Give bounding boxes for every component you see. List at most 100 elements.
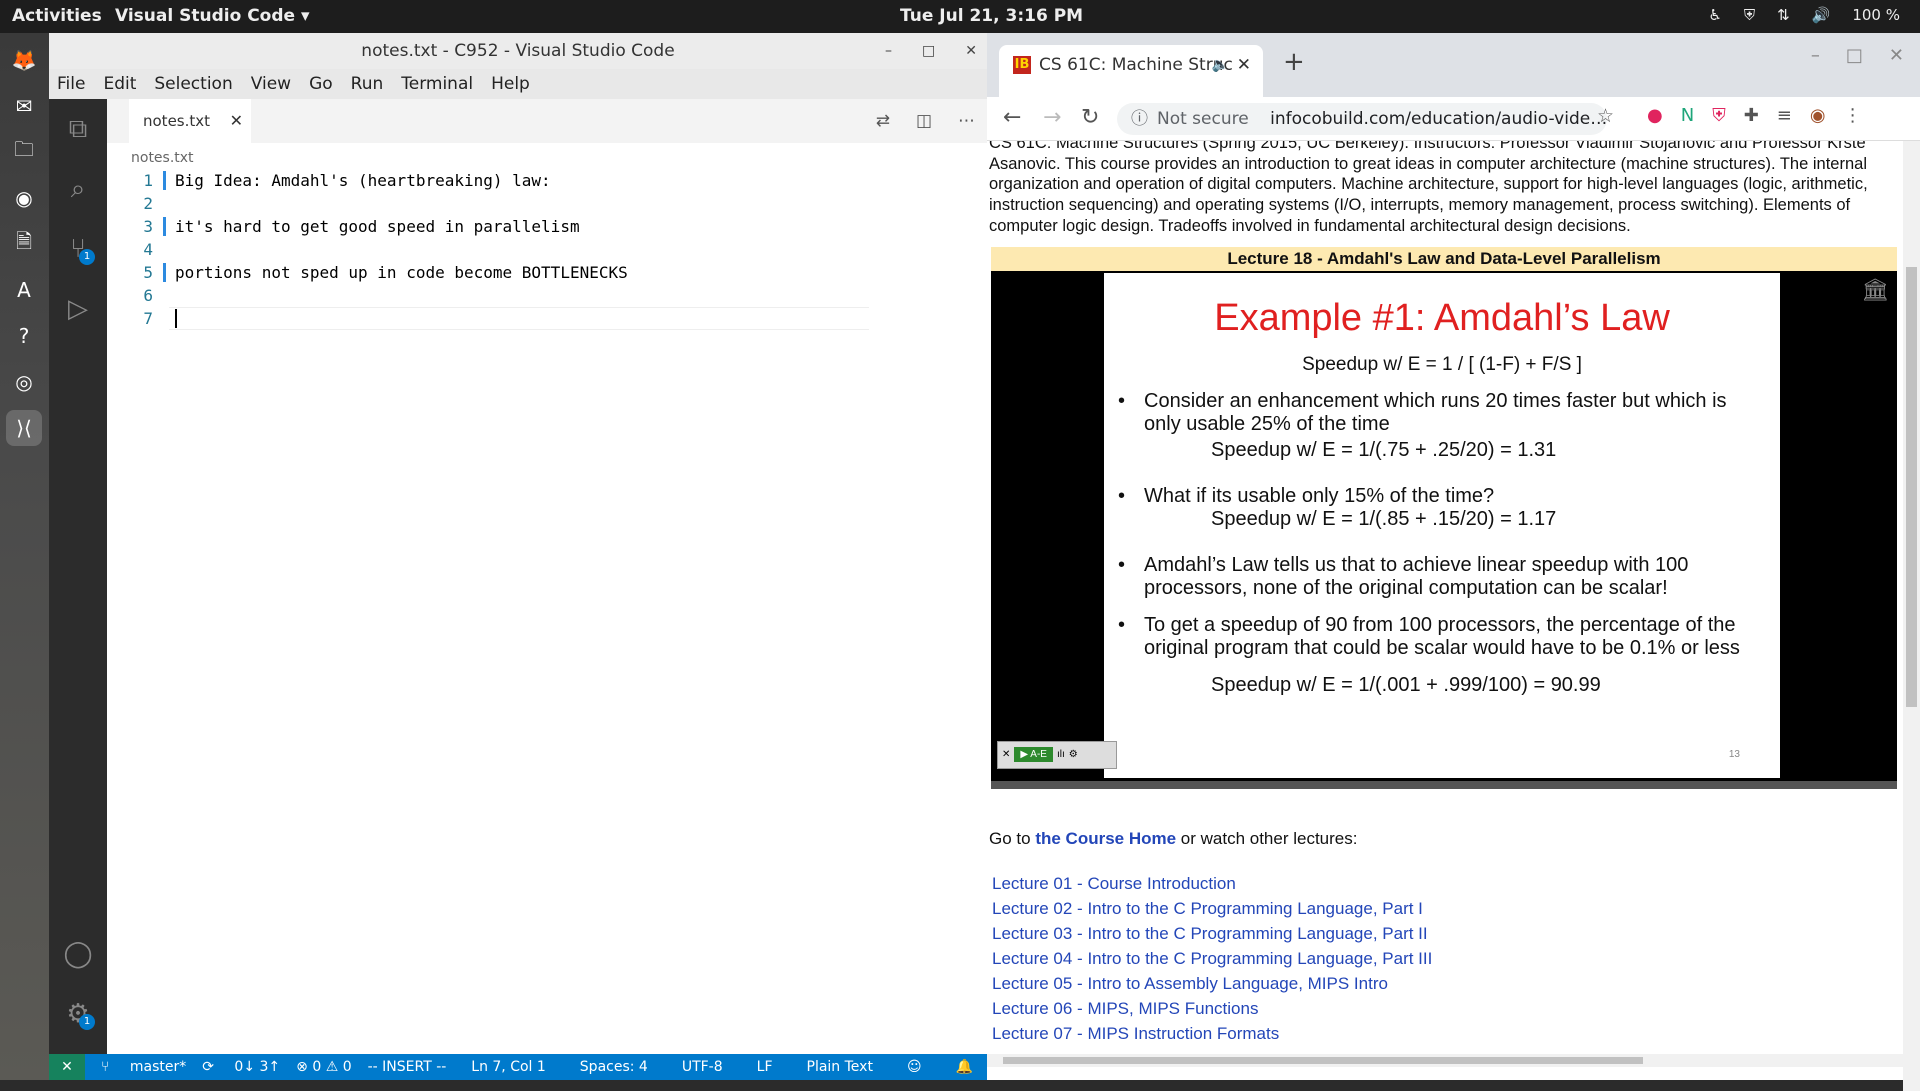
extension-t-icon[interactable]: ● [1647,105,1663,126]
lecture-link[interactable]: Lecture 05 - Intro to Assembly Language,… [992,971,1903,996]
browser-tab-title: CS 61C: Machine Struc [1039,55,1233,75]
play-button[interactable]: ▶ A-E [1014,747,1053,763]
status-bar: ✕ ⑂ master* ⟳ 0↓ 3↑ ⊗ 0 ⚠ 0 -- INSERT --… [49,1054,987,1080]
lecture-link[interactable]: Lecture 02 - Intro to the C Programming … [992,896,1903,921]
feedback-icon[interactable]: ☺ [907,1059,922,1075]
menu-view[interactable]: View [251,74,291,94]
menu-edit[interactable]: Edit [103,74,136,94]
code-line-current: 7 [107,307,987,330]
lecture-link[interactable]: Lecture 07 - MIPS Instruction Formats [992,1021,1903,1046]
firefox-icon[interactable]: 🦊 [6,42,42,78]
writer-icon[interactable]: 🗎 [6,226,42,262]
files-icon[interactable]: 🗀 [6,134,42,170]
reload-icon[interactable]: ↻ [1081,105,1099,130]
problems-status[interactable]: ⊗ 0 ⚠ 0 [296,1059,351,1075]
forward-icon[interactable]: → [1043,105,1061,130]
maximize-icon[interactable]: □ [1846,45,1863,66]
course-description: CS 61C: Machine Structures (Spring 2015,… [989,141,1868,235]
compare-icon[interactable]: ⇄ [876,111,890,131]
close-control-icon[interactable]: ✕ [1002,749,1010,760]
code-editor[interactable]: 1 Big Idea: Amdahl's (heartbreaking) law:… [107,169,987,330]
browser-menu-icon[interactable]: ⋮ [1844,105,1862,126]
split-editor-icon[interactable]: ◫ [916,111,932,131]
rhythmbox-icon[interactable]: ◉ [6,180,42,216]
media-control-icon[interactable]: ≡ [1777,105,1792,126]
account-icon[interactable]: ◯ [49,924,107,984]
extensions-puzzle-icon[interactable]: ✚ [1744,105,1759,126]
clock[interactable]: Tue Jul 21, 3:16 PM [900,6,1083,26]
video-player[interactable]: Example #1: Amdahl’s Law Speedup w/ E = … [991,270,1897,789]
sync-status[interactable]: ⟳ 0↓ 3↑ [202,1059,280,1075]
horizontal-scrollbar[interactable] [987,1054,1903,1067]
menu-selection[interactable]: Selection [154,74,232,94]
extension-n-icon[interactable]: N [1681,105,1694,126]
vertical-scrollbar[interactable] [1903,141,1920,1091]
video-progress-bar[interactable] [991,780,1897,789]
cursor-position[interactable]: Ln 7, Col 1 [471,1059,546,1075]
volume-bars-icon[interactable]: ılı [1057,749,1065,760]
lecture-link[interactable]: Lecture 01 - Course Introduction [992,871,1903,896]
battery-level[interactable]: 100 % [1852,6,1900,24]
remote-icon[interactable]: ✕ [49,1054,85,1080]
accessibility-icon[interactable]: ♿ [1708,6,1721,24]
close-tab-icon[interactable]: ✕ [230,99,243,143]
course-home-link[interactable]: the Course Home [1035,829,1176,848]
close-icon[interactable]: ✕ [1889,45,1904,66]
browser-tab[interactable]: IB CS 61C: Machine Struc 🔈 ✕ [999,45,1263,97]
avatar[interactable]: ◉ [1810,105,1826,126]
settings-icon[interactable]: ⚙ [1069,749,1078,760]
bell-icon[interactable]: 🔔 [956,1059,973,1075]
software-icon[interactable]: A [6,272,42,308]
video-controls[interactable]: ✕ ▶ A-E ılı ⚙ [997,740,1117,769]
gear-icon[interactable]: ⚙ 1 [49,984,107,1044]
slide-bullet: To get a speedup of 90 from 100 processo… [1118,614,1744,660]
close-tab-icon[interactable]: ✕ [1237,45,1251,85]
network-icon[interactable]: ⇅ [1777,6,1790,24]
audio-playing-icon[interactable]: 🔈 [1212,45,1229,85]
app-menu[interactable]: Visual Studio Code ▾ [115,6,310,26]
chrome-icon[interactable]: ◎ [6,364,42,400]
encoding[interactable]: UTF-8 [682,1059,723,1075]
menu-run[interactable]: Run [351,74,384,94]
volume-icon[interactable]: 🔊 [1812,6,1831,24]
minimize-icon[interactable]: – [885,33,892,69]
address-bar[interactable]: ⓘ Not secure infocobuild.com/education/a… [1117,103,1607,135]
code-line: 5 portions not sped up in code become BOT… [143,263,628,282]
slide-title: Example #1: Amdahl’s Law [1214,296,1670,339]
help-icon[interactable]: ? [6,318,42,354]
menu-help[interactable]: Help [491,74,530,94]
lecture-link[interactable]: Lecture 04 - Intro to the C Programming … [992,946,1903,971]
info-icon[interactable]: ⓘ [1131,103,1148,135]
thunderbird-icon[interactable]: ✉ [6,88,42,124]
more-actions-icon[interactable]: ⋯ [958,111,975,131]
source-control-icon[interactable]: ⑂ 1 [49,219,107,279]
back-icon[interactable]: ← [1003,105,1021,130]
line-ending[interactable]: LF [757,1059,773,1075]
vscode-window: notes.txt - C952 - Visual Studio Code – … [49,33,987,1080]
indentation[interactable]: Spaces: 4 [580,1059,648,1075]
maximize-icon[interactable]: □ [922,33,935,69]
breadcrumb[interactable]: notes.txt [107,147,987,169]
search-icon[interactable]: ⌕ [49,159,107,219]
menu-terminal[interactable]: Terminal [401,74,473,94]
vim-mode: -- INSERT -- [367,1059,447,1075]
lecture-link[interactable]: Lecture 03 - Intro to the C Programming … [992,921,1903,946]
tab-notes-txt[interactable]: notes.txt ✕ [129,99,251,143]
extension-shield-icon[interactable]: ⛨ [1712,105,1726,126]
menu-file[interactable]: File [57,74,85,94]
shield-icon[interactable]: ⛨ [1744,6,1755,24]
bookmark-star-icon[interactable]: ☆ [1597,105,1614,127]
lecture-link[interactable]: Lecture 06 - MIPS, MIPS Functions [992,996,1903,1021]
minimize-icon[interactable]: – [1811,45,1820,66]
system-tray[interactable]: ♿ ⛨ ⇅ 🔊 100 % [1708,6,1900,24]
language-mode[interactable]: Plain Text [807,1059,873,1075]
run-debug-icon[interactable]: ▷ [49,279,107,339]
close-icon[interactable]: ✕ [965,33,977,69]
menu-go[interactable]: Go [309,74,333,94]
new-tab-button[interactable]: + [1283,47,1305,77]
activities-button[interactable]: Activities [12,6,102,26]
branch-status[interactable]: ⑂ master* [101,1059,186,1075]
vscode-icon[interactable]: ⟩⟨ [6,410,42,446]
explorer-icon[interactable]: ⧉ [49,99,107,159]
slide-bullet: What if its usable only 15% of the time? [1118,485,1744,508]
